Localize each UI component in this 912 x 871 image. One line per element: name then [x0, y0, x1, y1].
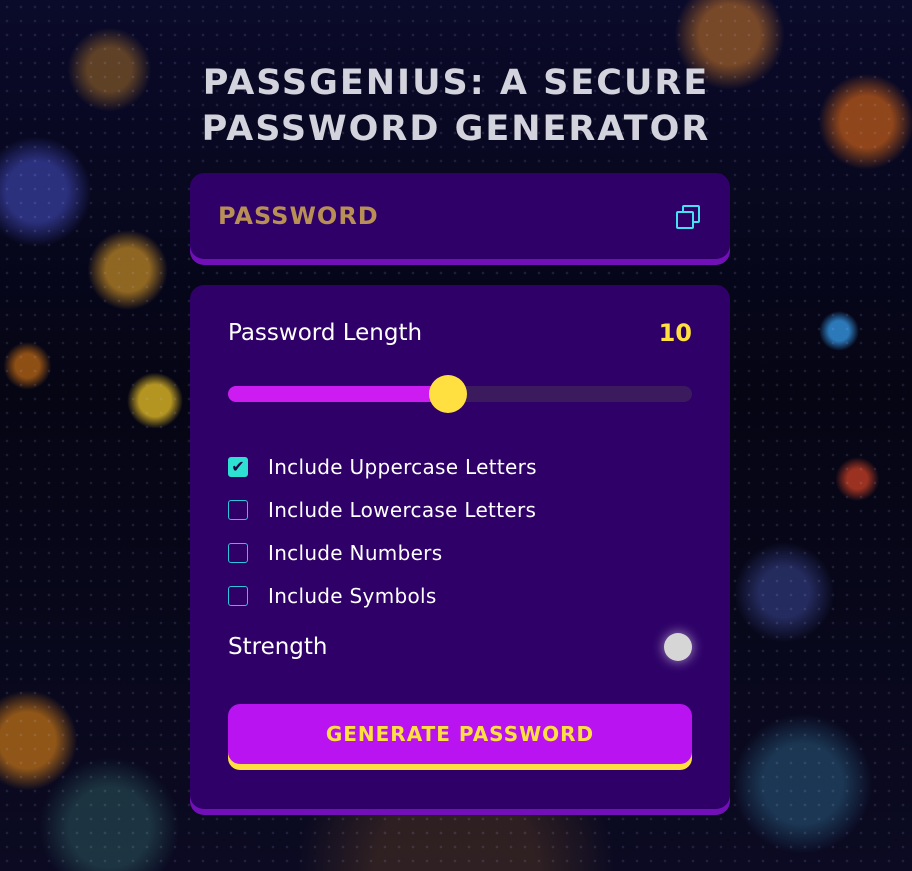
- strength-row: Strength: [228, 633, 692, 661]
- slider-fill: [228, 386, 449, 402]
- symbols-checkbox[interactable]: [228, 585, 248, 606]
- numbers-checkbox[interactable]: [228, 542, 248, 563]
- option-label: Include Numbers: [268, 540, 443, 565]
- length-slider[interactable]: [228, 375, 692, 413]
- uppercase-checkbox[interactable]: ✔: [228, 456, 248, 477]
- page-title: PASSGENIUS: A SECURE PASSWORD GENERATOR: [0, 60, 912, 152]
- length-row: Password Length 10: [228, 319, 692, 347]
- page-title-line-1: PASSGENIUS: A SECURE: [202, 63, 710, 103]
- settings-card: Password Length 10 ✔ Include Uppercase L…: [190, 285, 730, 809]
- copy-icon[interactable]: [674, 202, 702, 230]
- copy-icon-front: [676, 211, 694, 229]
- option-label: Include Uppercase Letters: [268, 454, 537, 479]
- slider-thumb[interactable]: [429, 375, 468, 413]
- option-numbers[interactable]: Include Numbers: [228, 531, 692, 574]
- lowercase-checkbox[interactable]: [228, 499, 248, 520]
- option-lowercase[interactable]: Include Lowercase Letters: [228, 488, 692, 531]
- generate-password-button[interactable]: GENERATE PASSWORD: [228, 704, 692, 764]
- options-list: ✔ Include Uppercase Letters Include Lowe…: [228, 445, 692, 617]
- page-title-line-2: PASSWORD GENERATOR: [201, 109, 711, 149]
- option-symbols[interactable]: Include Symbols: [228, 574, 692, 617]
- length-value: 10: [658, 319, 692, 347]
- strength-label: Strength: [228, 634, 328, 660]
- option-label: Include Lowercase Letters: [268, 497, 537, 522]
- password-output: PASSWORD: [218, 202, 379, 230]
- option-label: Include Symbols: [268, 583, 437, 608]
- length-label: Password Length: [228, 320, 423, 346]
- password-display-card: PASSWORD: [190, 173, 730, 259]
- strength-indicator: [664, 633, 692, 661]
- option-uppercase[interactable]: ✔ Include Uppercase Letters: [228, 445, 692, 488]
